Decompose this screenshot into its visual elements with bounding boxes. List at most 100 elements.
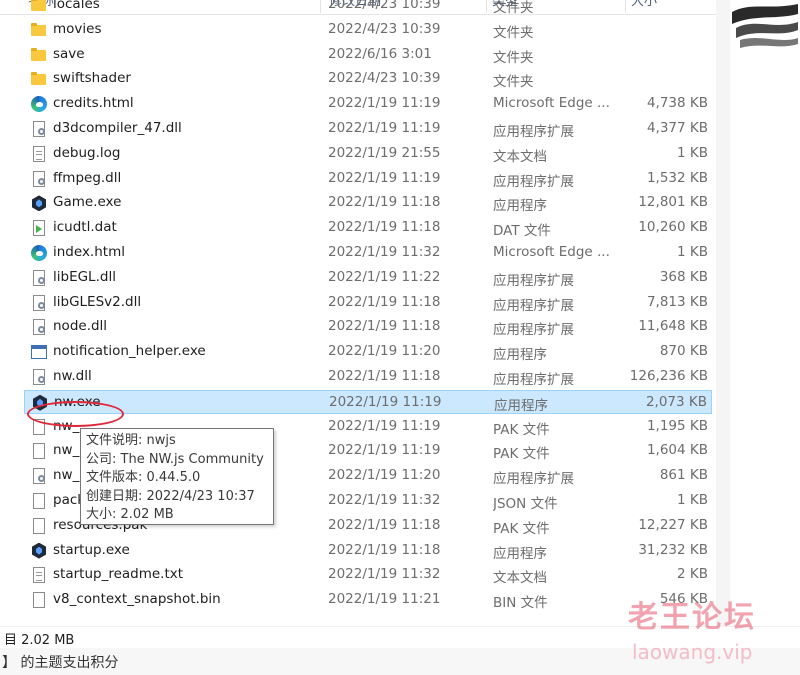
scrollbar-track[interactable] — [716, 0, 730, 628]
file-name: save — [53, 45, 85, 62]
file-size: 11,648 KB — [638, 318, 708, 335]
file-type: PAK 文件 — [493, 421, 550, 438]
file-modified-date: 2022/1/19 11:21 — [328, 591, 441, 608]
file-size: 2,073 KB — [645, 393, 707, 410]
tooltip-created: 创建日期: 2022/4/23 10:37 — [86, 488, 255, 504]
file-type: 文本文档 — [493, 570, 547, 587]
file-type: 应用程序扩展 — [493, 372, 574, 388]
file-modified-date: 2022/1/19 21:55 — [328, 144, 441, 161]
file-row[interactable]: movies 2022/4/23 10:39 文件夹 — [24, 18, 712, 42]
dll-icon — [30, 269, 48, 287]
file-type: 应用程序 — [493, 198, 547, 215]
file-row[interactable]: libGLESv2.dll 2022/1/19 11:18 应用程序扩展 7,813 … — [24, 291, 712, 315]
file-modified-date: 2022/1/19 11:18 — [328, 318, 441, 335]
background-image-fragment — [732, 4, 798, 48]
file-modified-date: 2022/1/19 11:20 — [328, 467, 441, 484]
file-name: notification_helper.exe — [53, 343, 206, 360]
file-explorer-window: 名称 修改日期 类型 大小 locales2022/4/23 10:39文件夹m… — [0, 0, 800, 675]
file-name: startup_readme.txt — [53, 566, 184, 583]
file-row[interactable]: startup.exe 2022/1/19 11:18 应用程序 31,232 KB — [24, 539, 712, 563]
file-row[interactable]: nw.exe 2022/1/19 11:19 应用程序 2,073 KB — [24, 389, 712, 414]
file-modified-date: 2022/1/19 11:18 — [328, 293, 441, 310]
file-modified-date: 2022/1/19 11:18 — [328, 368, 441, 384]
file-type: 应用程序 — [493, 347, 547, 364]
file-type: 应用程序扩展 — [493, 322, 574, 339]
file-type: 文件夹 — [493, 74, 534, 91]
file-type: 文本文档 — [493, 148, 547, 165]
file-size: 870 KB — [659, 343, 708, 360]
file-row[interactable]: ffmpeg.dll 2022/1/19 11:19 应用程序扩展 1,532 KB — [24, 167, 712, 191]
file-modified-date: 2022/1/19 11:19 — [328, 95, 441, 112]
file-type: JSON 文件 — [493, 496, 558, 512]
file-modified-date: 2022/1/19 11:18 — [328, 516, 441, 533]
file-type: Microsoft Edge ... — [493, 95, 610, 112]
file-size: 12,227 KB — [638, 516, 708, 533]
file-info-tooltip: 文件说明: nwjs 公司: The NW.js Community 文件版本:… — [80, 428, 274, 525]
edge-icon — [30, 244, 48, 262]
file-size: 1 KB — [677, 492, 708, 508]
file-row[interactable]: credits.html 2022/1/19 11:19 Microsoft Edg… — [24, 92, 712, 116]
tooltip-version: 文件版本: 0.44.5.0 — [86, 470, 201, 485]
folder-icon — [30, 46, 48, 64]
file-name: nw_ — [53, 442, 80, 459]
file-size: 126,236 KB — [629, 368, 708, 384]
text-file-icon — [30, 566, 48, 584]
file-modified-date: 2022/1/19 11:32 — [328, 566, 441, 583]
file-modified-date: 2022/1/19 11:18 — [328, 194, 441, 211]
file-type: PAK 文件 — [493, 446, 550, 463]
file-row[interactable]: node.dll 2022/1/19 11:18 应用程序扩展 11,648 KB — [24, 315, 712, 339]
watermark-url: laowang.vip — [632, 640, 753, 664]
file-type: 文件夹 — [493, 49, 534, 66]
file-modified-date: 2022/4/23 10:39 — [328, 70, 441, 87]
text-file-icon — [30, 145, 48, 163]
file-size: 4,377 KB — [646, 120, 708, 136]
file-size: 7,813 KB — [646, 293, 708, 310]
folder-icon — [30, 21, 48, 39]
file-name: index.html — [53, 244, 125, 260]
file-name: libGLESv2.dll — [53, 293, 142, 310]
folder-icon — [30, 0, 48, 14]
file-row[interactable]: libEGL.dll 2022/1/19 11:22 应用程序扩展 368 KB — [24, 266, 712, 290]
file-modified-date: 2022/1/19 11:18 — [328, 219, 441, 236]
file-size: 4,738 KB — [646, 95, 708, 112]
tooltip-description: 文件说明: nwjs — [86, 433, 176, 448]
file-modified-date: 2022/6/16 3:01 — [328, 45, 432, 62]
file-name: credits.html — [53, 95, 134, 112]
file-name: libEGL.dll — [53, 268, 116, 285]
file-name: nw.exe — [54, 393, 101, 410]
file-row[interactable]: swiftshader 2022/4/23 10:39 文件夹 — [24, 67, 712, 91]
file-modified-date: 2022/1/19 11:19 — [329, 393, 442, 410]
file-size: 1 KB — [677, 144, 708, 161]
file-row[interactable]: debug.log 2022/1/19 21:55 文本文档 1 KB — [24, 142, 712, 166]
nwjs-icon — [31, 394, 49, 412]
folder-icon — [30, 70, 48, 88]
file-type: 应用程序扩展 — [493, 124, 574, 140]
file-modified-date: 2022/1/19 11:19 — [328, 442, 441, 459]
file-row[interactable]: Game.exe 2022/1/19 11:18 应用程序 12,801 KB — [24, 191, 712, 215]
file-row[interactable]: locales 2022/4/23 10:39 文件夹 — [24, 0, 712, 17]
file-size: 1,604 KB — [646, 442, 708, 459]
file-name: nw.dll — [53, 368, 92, 384]
file-row[interactable]: notification_helper.exe 2022/1/19 11:20 应用… — [24, 340, 712, 364]
file-row[interactable]: d3dcompiler_47.dll 2022/1/19 11:19 应用程序扩展 4… — [24, 117, 712, 141]
file-size: 2 KB — [677, 566, 708, 583]
file-row[interactable]: v8_context_snapshot.bin 2022/1/19 11:21 BI… — [24, 588, 712, 612]
file-icon — [30, 418, 48, 436]
file-name: startup.exe — [53, 541, 130, 558]
file-icon — [30, 517, 48, 535]
file-name: d3dcompiler_47.dll — [53, 120, 182, 136]
file-modified-date: 2022/1/19 11:19 — [328, 120, 441, 136]
file-row[interactable]: index.html 2022/1/19 11:32 Microsoft Edge … — [24, 241, 712, 265]
file-row[interactable]: save 2022/6/16 3:01 文件夹 — [24, 43, 712, 67]
file-icon — [30, 442, 48, 460]
file-type: 文件夹 — [493, 0, 534, 16]
file-modified-date: 2022/1/19 11:32 — [328, 492, 441, 508]
file-modified-date: 2022/1/19 11:19 — [328, 417, 441, 434]
file-size: 1,195 KB — [646, 417, 708, 434]
file-row[interactable]: nw.dll 2022/1/19 11:18 应用程序扩展 126,236 KB — [24, 365, 712, 389]
file-row[interactable]: icudtl.dat 2022/1/19 11:18 DAT 文件 10,260 KB — [24, 216, 712, 240]
file-row[interactable]: startup_readme.txt 2022/1/19 11:32 文本文档 2 K… — [24, 563, 712, 587]
app-icon — [30, 343, 48, 361]
file-type: 应用程序扩展 — [493, 471, 574, 488]
file-size: 1,532 KB — [646, 169, 708, 186]
